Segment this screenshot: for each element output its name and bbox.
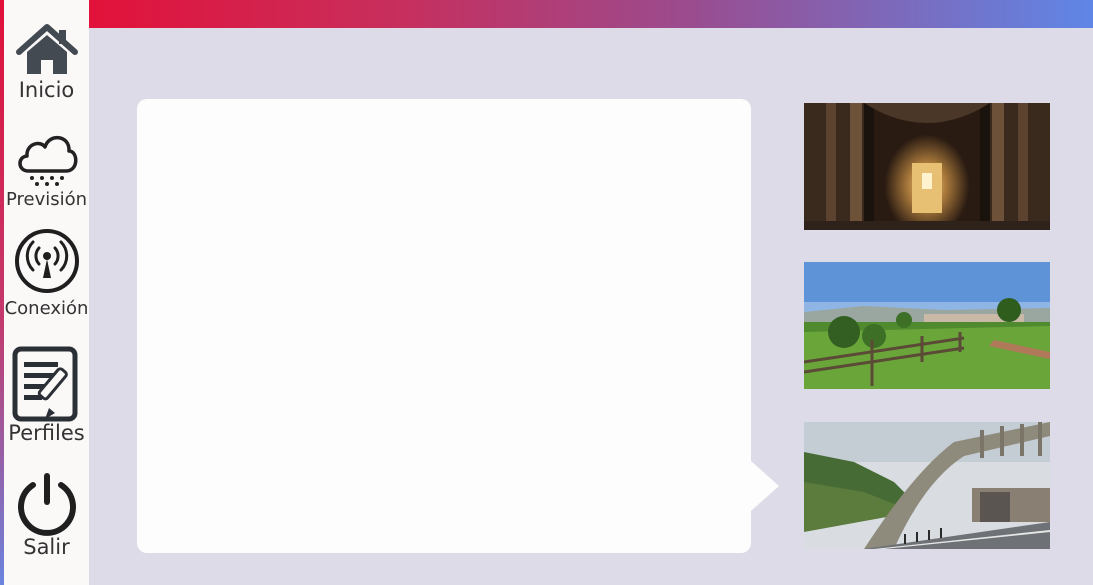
nav-label-inicio: Inicio <box>18 78 75 102</box>
cathedral-interior-photo[interactable] <box>804 103 1050 230</box>
panel-pointer <box>751 461 779 511</box>
nav-label-conexion: Conexión <box>4 298 89 319</box>
power-icon <box>14 472 80 536</box>
nav-item-conexion[interactable]: Conexión <box>4 228 89 318</box>
nav-label-salir: Salir <box>23 535 70 559</box>
nav-item-salir[interactable]: Salir <box>4 472 89 558</box>
header-gradient-bar <box>89 0 1093 28</box>
park-landscape-photo[interactable] <box>804 262 1050 389</box>
content-panel <box>137 99 751 553</box>
bridge-road-photo[interactable] <box>804 422 1050 549</box>
wireless-signal-icon <box>14 228 80 294</box>
nav-item-inicio[interactable]: Inicio <box>4 22 89 101</box>
rain-cloud-icon <box>14 129 80 187</box>
nav-label-prevision: Previsión <box>5 189 88 210</box>
sidebar-nav: Inicio Previsión Conexión Perfiles Salir <box>0 0 89 585</box>
profile-edit-icon <box>9 346 85 422</box>
nav-item-perfiles[interactable]: Perfiles <box>4 346 89 444</box>
nav-item-prevision[interactable]: Previsión <box>4 129 89 209</box>
nav-label-perfiles: Perfiles <box>8 421 85 445</box>
home-icon <box>15 22 79 78</box>
